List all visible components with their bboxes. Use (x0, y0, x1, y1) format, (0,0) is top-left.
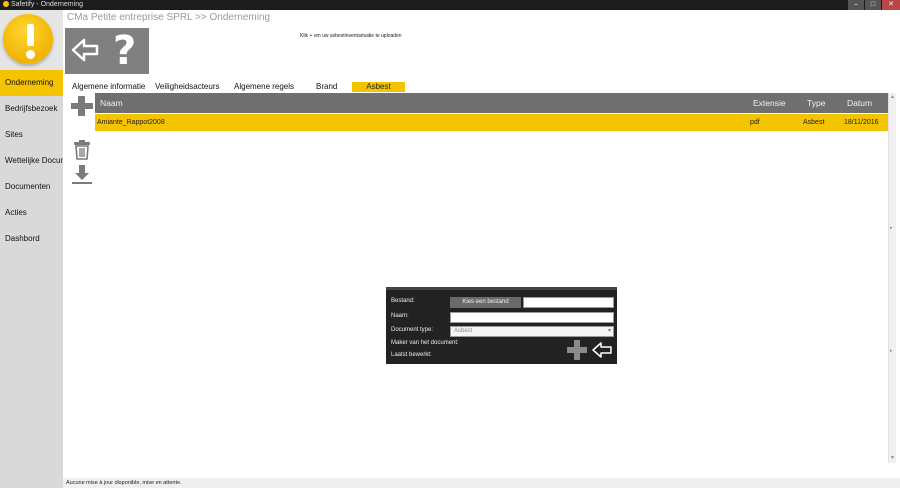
main-area (63, 10, 900, 478)
help-icon[interactable]: ? (113, 29, 136, 73)
chevron-down-icon: ▾ (607, 328, 611, 334)
cell-datum: 18/11/2016 (844, 119, 879, 126)
app-logo (0, 10, 63, 70)
trash-icon[interactable] (73, 140, 91, 160)
bestand-field[interactable] (523, 297, 614, 308)
sidebar-item-bedrijfsbezoek[interactable]: Bedrijfsbezoek (0, 96, 63, 122)
documents-table: Naam Extensie Type Datum Amiante_Rappot2… (95, 93, 888, 131)
header-toolbar: ? (65, 28, 149, 74)
doctype-value: Asbest (454, 328, 473, 334)
window-controls: – □ ✕ (847, 0, 900, 10)
tab-veiligheidsacteurs[interactable]: Veiligheidsacteurs (155, 82, 219, 92)
plus-icon[interactable] (70, 96, 94, 116)
bestand-label: Bestand: (391, 298, 415, 304)
scroll-thumb-icon-2[interactable]: ▸ (890, 348, 893, 354)
breadcrumb: CMa Petite entreprise SPRL >> Ondernemin… (67, 12, 271, 23)
download-icon[interactable] (72, 165, 92, 185)
minimize-button[interactable]: – (848, 0, 864, 10)
column-type[interactable]: Type (807, 98, 825, 108)
scroll-down-icon[interactable]: ▼ (890, 455, 895, 461)
laatst-bewerkt-label: Laatst bewerkt: (391, 352, 432, 358)
doctype-select[interactable]: Asbest ▾ (450, 326, 614, 337)
cell-type: Asbest (803, 119, 825, 126)
column-naam[interactable]: Naam (100, 98, 123, 108)
naam-field[interactable] (450, 312, 614, 323)
title-bar: Safetify - Onderneming – □ ✕ (0, 0, 900, 10)
warning-logo-icon (3, 14, 53, 64)
table-row[interactable]: Amiante_Rappot2008 pdf Asbest 18/11/2016 (95, 114, 888, 131)
cell-extensie: pdf (750, 119, 760, 126)
upload-dialog: Bestand: Kies een bestand Naam: Document… (386, 287, 617, 364)
back-arrow-icon[interactable] (71, 37, 99, 63)
dialog-plus-icon[interactable] (567, 340, 587, 360)
sidebar-item-documenten[interactable]: Documenten (0, 174, 63, 200)
sidebar-item-onderneming[interactable]: Onderneming (0, 70, 63, 96)
close-button[interactable]: ✕ (882, 0, 900, 10)
upload-hint: Klik + om uw asbestinventarisatie te upl… (300, 33, 402, 39)
vertical-scrollbar[interactable]: ▲ ▸ ▸ ▼ (888, 93, 896, 463)
column-datum[interactable]: Datum (847, 98, 872, 108)
app-icon (3, 1, 9, 8)
tab-brand[interactable]: Brand (316, 82, 337, 92)
window-title: Safetify - Onderneming (11, 1, 83, 8)
status-bar: Aucune mise à jour disponible, mise en a… (63, 478, 900, 488)
maximize-button[interactable]: □ (865, 0, 881, 10)
tab-asbest[interactable]: Asbest (352, 82, 405, 92)
table-header: Naam Extensie Type Datum (95, 93, 888, 113)
column-extensie[interactable]: Extensie (753, 98, 786, 108)
sidebar-item-acties[interactable]: Acties (0, 200, 63, 226)
tab-algemene-informatie[interactable]: Algemene informatie (72, 82, 145, 92)
sidebar: Onderneming Bedrijfsbezoek Sites Wetteli… (0, 70, 63, 488)
sidebar-item-sites[interactable]: Sites (0, 122, 63, 148)
naam-label: Naam: (391, 313, 409, 319)
sidebar-item-dashbord[interactable]: Dashbord (0, 226, 63, 252)
doctype-label: Document type: (391, 327, 434, 333)
kies-bestand-button[interactable]: Kies een bestand (450, 297, 521, 308)
scroll-up-icon[interactable]: ▲ (890, 94, 895, 100)
tab-algemene-regels[interactable]: Algemene regels (234, 82, 294, 92)
sidebar-item-wettelijke-documenten[interactable]: Wettelijke Documenten (0, 148, 63, 174)
cell-naam: Amiante_Rappot2008 (97, 119, 165, 126)
maker-label: Maker van het document: (391, 340, 459, 346)
dialog-back-icon[interactable] (592, 341, 612, 359)
scroll-thumb-icon[interactable]: ▸ (890, 225, 893, 231)
